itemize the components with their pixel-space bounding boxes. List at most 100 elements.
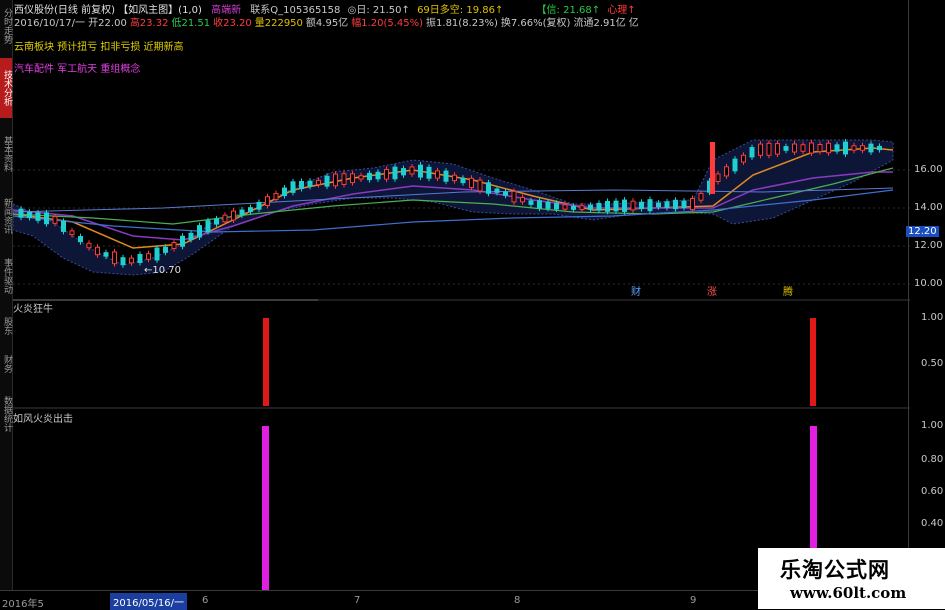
candle-body <box>656 202 661 208</box>
price-axis: 16.00 14.00 12.00 10.00 12.20 1.00 0.50 … <box>906 0 945 590</box>
candle-body <box>800 144 806 152</box>
candle-body <box>180 235 185 247</box>
candle-body <box>222 214 228 223</box>
candle-body <box>163 246 168 253</box>
candle-body <box>749 147 755 158</box>
candle-body <box>188 232 194 240</box>
tab-fundamentals[interactable]: 基本资料 <box>0 126 12 182</box>
candle-body <box>146 253 151 260</box>
ind2-tick-04: 0.40 <box>921 518 944 529</box>
event-marker-finance[interactable]: 财 <box>631 285 641 298</box>
candle-body <box>783 146 789 151</box>
candle-body <box>630 200 636 211</box>
candle-body <box>469 177 474 189</box>
candle-body <box>44 212 49 225</box>
candle-body <box>545 201 551 209</box>
candle-body <box>409 166 415 175</box>
tab-news[interactable]: 新闻资讯 <box>0 188 12 244</box>
candle-body <box>588 204 593 210</box>
tab-statistics[interactable]: 数据统计 <box>0 386 12 442</box>
candle-body <box>673 199 678 210</box>
candle-body <box>766 142 772 156</box>
candle-body <box>35 212 41 221</box>
candle-body <box>384 168 389 180</box>
candle-body <box>435 170 440 179</box>
candle-body <box>418 164 423 178</box>
candle-body <box>562 204 568 210</box>
candle-body <box>690 197 695 211</box>
candle-body <box>860 145 865 151</box>
candle-body <box>622 199 627 212</box>
candle-body <box>817 144 823 152</box>
candle-body <box>265 196 270 207</box>
candle-body <box>724 166 729 177</box>
candle-body <box>477 179 483 192</box>
candle-body <box>282 187 287 197</box>
event-marker-teng[interactable]: 腾 <box>783 285 793 298</box>
candle-body <box>248 207 253 212</box>
tab-finance[interactable]: 财务 <box>0 348 12 380</box>
y-tick-12: 12.00 <box>914 240 943 251</box>
candle-body <box>350 173 355 184</box>
candle-body <box>792 143 797 153</box>
candle-body <box>605 200 610 212</box>
candle-body <box>851 145 857 151</box>
candle-body <box>520 196 525 203</box>
ind2-tick-1: 1.00 <box>921 420 944 431</box>
candle-body <box>639 201 644 209</box>
candle-body <box>214 218 219 225</box>
ind1-tick-05: 0.50 <box>921 358 944 369</box>
tab-events[interactable]: 事件驱动 <box>0 250 12 302</box>
candle-body <box>596 202 602 211</box>
candle-body <box>129 257 134 264</box>
tab-technical-analysis[interactable]: 技术分析 <box>0 58 12 118</box>
indicator1-bar-2 <box>810 318 816 406</box>
candle-body <box>741 154 746 163</box>
breakout-candle <box>710 142 715 194</box>
left-vertical-tabs: 分时走势 技术分析 基本资料 新闻资讯 事件驱动 股东 财务 数据统计 <box>0 0 13 590</box>
date-label-7: 7 <box>354 595 361 606</box>
date-cursor-label: 2016/05/16/一 <box>110 593 188 610</box>
candle-body <box>698 192 704 201</box>
candle-body <box>486 182 491 194</box>
candle-body <box>307 180 313 187</box>
candle-body <box>137 254 143 263</box>
event-marker-rise[interactable]: 涨 <box>707 286 717 298</box>
candle-body <box>834 144 840 152</box>
candle-body <box>61 220 66 232</box>
candle-body <box>86 242 92 249</box>
candle-body <box>647 199 653 212</box>
date-label-8: 8 <box>514 595 521 606</box>
candle-body <box>375 171 381 180</box>
candle-body <box>401 168 406 176</box>
candle-body <box>775 143 780 155</box>
candle-body <box>367 172 372 181</box>
tab-shareholders[interactable]: 股东 <box>0 310 12 342</box>
ind1-tick-1: 1.00 <box>921 312 944 323</box>
candle-body <box>299 181 304 190</box>
indicator2-title: 如风火炎出击 <box>13 412 73 425</box>
current-price-flag: 12.20 <box>906 226 939 237</box>
chart-area[interactable]: ←10.70 财 涨 腾 火炎狂牛 如风火炎出击 <box>13 0 910 590</box>
y-tick-16: 16.00 <box>914 164 943 175</box>
candle-body <box>95 246 100 256</box>
candle-body <box>273 192 279 200</box>
y-tick-14: 14.00 <box>914 202 943 213</box>
candle-body <box>877 145 882 151</box>
candle-body <box>511 190 517 203</box>
candle-body <box>681 200 687 208</box>
site-watermark: 乐淘公式网 www.60lt.com <box>758 548 945 609</box>
candle-body <box>154 247 160 261</box>
candle-body <box>732 158 738 172</box>
date-label-0: 2016年5 <box>2 599 44 610</box>
y-tick-10: 10.00 <box>914 278 943 289</box>
ind2-tick-06: 0.60 <box>921 486 944 497</box>
candle-body <box>27 211 32 218</box>
candle-body <box>426 166 432 179</box>
tab-intraday[interactable]: 分时走势 <box>0 2 12 50</box>
ind2-tick-08: 0.80 <box>921 454 944 465</box>
candle-body <box>571 205 576 210</box>
candle-body <box>112 251 117 265</box>
date-label-9: 9 <box>690 595 697 606</box>
candle-body <box>52 216 58 224</box>
